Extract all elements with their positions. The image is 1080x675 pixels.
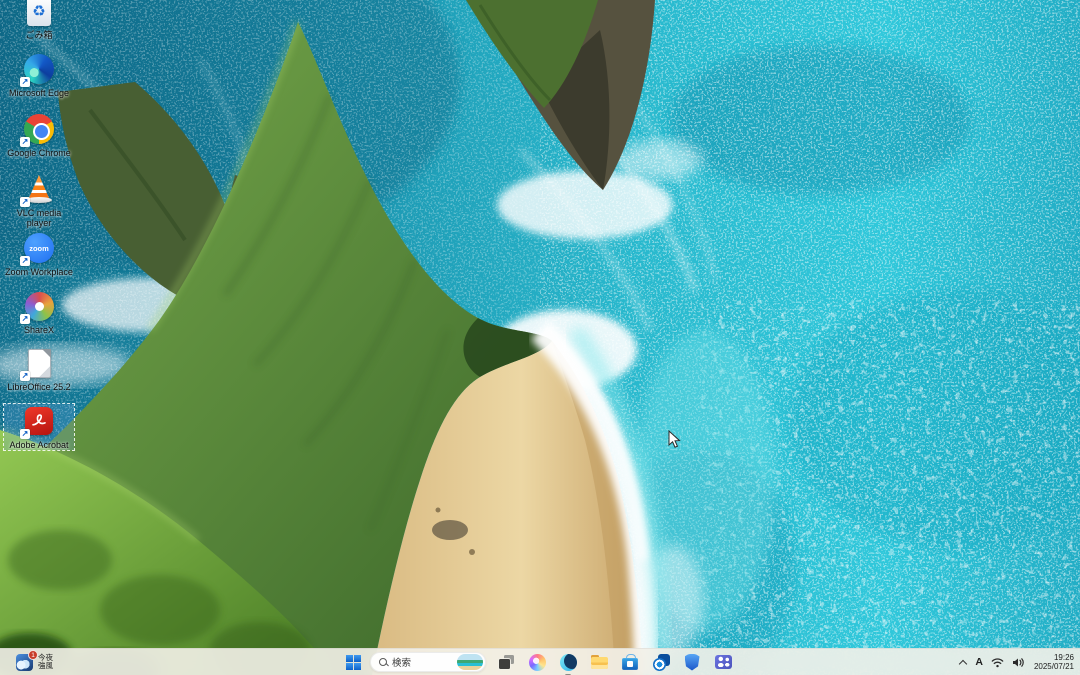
speaker-icon — [1012, 657, 1024, 667]
shortcut-arrow-icon — [20, 371, 30, 381]
desktop-icon-vlc[interactable]: VLC media player — [4, 172, 74, 228]
hidden-icons-button[interactable] — [959, 658, 967, 666]
desktop-icon-label: ごみ箱 — [25, 30, 53, 40]
wifi-icon — [991, 657, 1004, 667]
shortcut-arrow-icon — [20, 429, 30, 439]
desktop-icon-label: LibreOffice 25.2 — [7, 382, 71, 392]
system-tray: A 19:26 2025/07/21 — [959, 649, 1074, 675]
outlook-icon — [652, 653, 670, 671]
desktop-icon-label: Adobe Acrobat — [9, 440, 69, 450]
desktop-icon-label: ShareX — [23, 325, 55, 335]
edge-icon — [559, 653, 577, 671]
desktop-icon-recycle-bin[interactable]: ごみ箱 — [4, 0, 74, 40]
task-view-icon — [498, 655, 514, 669]
search-placeholder-text: 検索 — [392, 658, 412, 669]
tray-time: 19:26 — [1053, 652, 1074, 662]
search-icon — [379, 658, 387, 666]
taskbar-icon-microsoft-store[interactable] — [619, 651, 641, 673]
taskbar-center-group: 検索 — [346, 649, 734, 675]
desktop-icon-google-chrome[interactable]: Google Chrome — [4, 112, 74, 158]
recycle-bin-icon — [27, 0, 51, 26]
weather-line2: 強風 — [38, 661, 53, 670]
desktop-icon-label: Zoom Workplace — [5, 267, 73, 277]
copilot-icon — [528, 653, 546, 671]
taskbar-search-box[interactable]: 検索 — [370, 652, 486, 672]
taskbar-icon-file-explorer[interactable] — [588, 651, 610, 673]
task-view-button[interactable] — [495, 651, 517, 673]
weather-widget-icon: 1 — [16, 649, 38, 671]
start-button[interactable] — [346, 654, 361, 670]
bing-daily-image-thumbnail[interactable] — [457, 654, 483, 670]
widgets-notification-badge: 1 — [28, 649, 38, 660]
shortcut-arrow-icon — [20, 314, 30, 324]
clock-datetime: 19:26 2025/07/21 — [1034, 653, 1074, 672]
libreoffice-document-icon — [27, 348, 51, 378]
windows-logo-icon — [346, 654, 361, 670]
desktop-icon-adobe-acrobat[interactable]: Adobe Acrobat — [3, 403, 75, 451]
volume-button[interactable] — [1012, 657, 1026, 668]
shortcut-arrow-icon — [20, 197, 30, 207]
network-button[interactable] — [991, 657, 1004, 668]
chevron-up-icon — [959, 658, 967, 666]
clock-button[interactable]: 19:26 2025/07/21 — [1034, 653, 1074, 672]
taskbar-icon-microsoft-teams[interactable] — [712, 651, 734, 673]
shield-icon — [684, 653, 700, 671]
teams-icon — [714, 655, 732, 669]
desktop-icon-label: Google Chrome — [7, 148, 71, 158]
taskbar: 1 今夜 強風 検索 A 19:26 2025/07/21 — [0, 648, 1080, 675]
widgets-weather-text: 今夜 強風 — [38, 653, 53, 671]
ime-mode-button[interactable]: A — [975, 656, 983, 668]
desktop-icon-libreoffice[interactable]: LibreOffice 25.2 — [4, 346, 74, 392]
shortcut-arrow-icon — [20, 256, 30, 266]
taskbar-icon-defender[interactable] — [681, 651, 703, 673]
tray-date: 2025/07/21 — [1033, 662, 1074, 671]
shortcut-arrow-icon — [20, 77, 30, 87]
widgets-button[interactable]: 1 今夜 強風 — [10, 649, 59, 675]
folder-icon — [590, 655, 608, 669]
desktop[interactable]: ごみ箱 Microsoft Edge Google Chrome VLC med… — [0, 0, 1080, 675]
store-bag-icon — [622, 654, 638, 670]
ime-mode-indicator: A — [975, 656, 983, 668]
taskbar-icon-copilot[interactable] — [526, 651, 548, 673]
desktop-icon-zoom-workplace[interactable]: Zoom Workplace — [4, 231, 74, 277]
desktop-icon-label: Microsoft Edge — [8, 88, 70, 98]
desktop-icon-microsoft-edge[interactable]: Microsoft Edge — [4, 52, 74, 98]
shortcut-arrow-icon — [20, 137, 30, 147]
taskbar-icon-microsoft-edge[interactable] — [557, 651, 579, 675]
desktop-icon-label: VLC media player — [16, 208, 62, 228]
desktop-wallpaper — [0, 0, 1080, 675]
desktop-icon-sharex[interactable]: ShareX — [4, 289, 74, 335]
taskbar-icon-outlook[interactable] — [650, 651, 672, 673]
